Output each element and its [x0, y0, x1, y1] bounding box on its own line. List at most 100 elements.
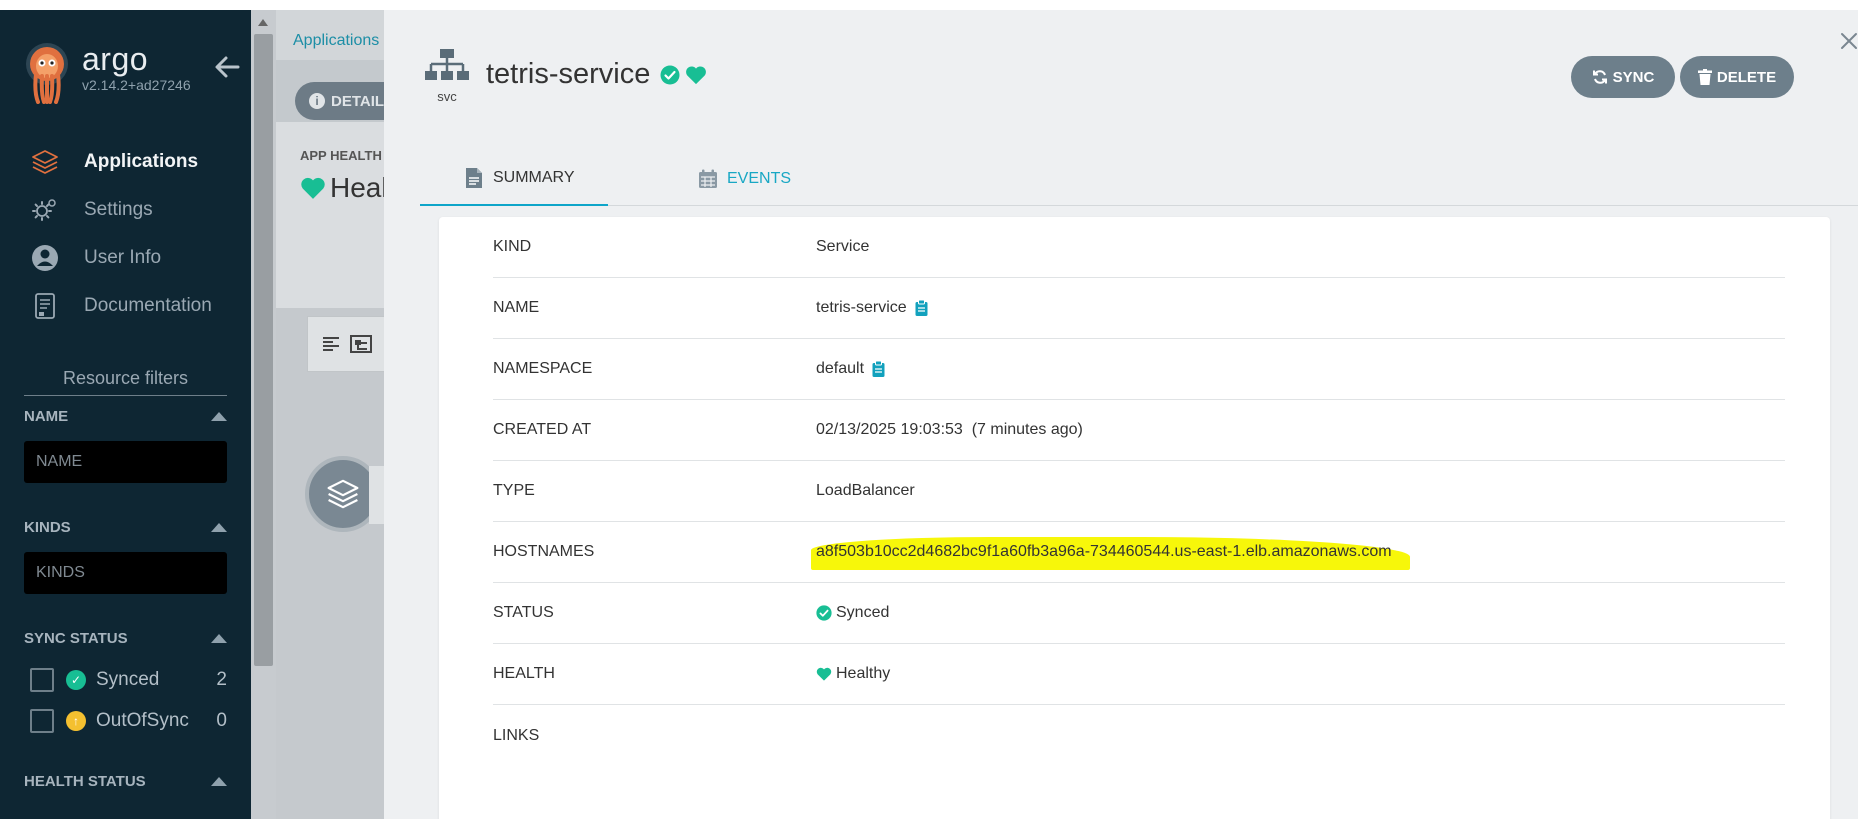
name-filter-label: NAME — [24, 408, 69, 425]
layers-icon — [327, 479, 359, 509]
synced-check-icon — [816, 605, 832, 621]
tab-label: EVENTS — [727, 170, 792, 187]
trash-icon — [1697, 69, 1712, 85]
sidebar-item-applications[interactable]: Applications — [0, 138, 251, 186]
file-icon — [466, 168, 482, 188]
view-mode-switcher — [307, 316, 387, 372]
hostname-highlight: a8f503b10cc2d4682bc9f1a60fb3a96a-7344605… — [811, 537, 1410, 570]
sync-filter-count: 0 — [216, 710, 227, 731]
argo-octopus-logo-icon — [26, 43, 68, 104]
resource-kind-label: svc — [437, 89, 457, 104]
refresh-icon — [1592, 70, 1607, 84]
sidebar-item-user-info[interactable]: User Info — [0, 234, 251, 282]
details-button[interactable]: i DETAILS — [295, 82, 395, 120]
breadcrumb[interactable]: Applications — [293, 32, 379, 50]
info-icon: i — [309, 93, 325, 109]
kinds-filter-input[interactable] — [24, 552, 227, 594]
resource-details-panel: svc tetris-service SYNC DELETE SUMMARY E… — [384, 10, 1858, 819]
name-filter-header[interactable]: NAME — [24, 408, 227, 425]
collapse-sidebar-arrow-icon[interactable] — [214, 54, 240, 80]
summary-row-status: STATUS Synced — [493, 583, 1785, 644]
sync-button[interactable]: SYNC — [1571, 56, 1675, 98]
caret-up-icon[interactable] — [211, 523, 227, 532]
field-value: LoadBalancer — [816, 482, 915, 499]
tab-summary[interactable]: SUMMARY — [420, 152, 608, 206]
brand-version: v2.14.2+ad27246 — [82, 77, 191, 93]
field-key: NAME — [493, 299, 540, 316]
synced-check-icon — [660, 65, 680, 84]
sidebar: argo v2.14.2+ad27246 Applications Settin… — [0, 10, 251, 819]
sidebar-nav: Applications Settings User Info Document… — [0, 138, 251, 330]
background-app-view: Applications i DETAILS APP HEALTH Health… — [251, 10, 425, 819]
sidebar-item-documentation[interactable]: Documentation — [0, 282, 251, 330]
health-status-header[interactable]: HEALTH STATUS — [24, 773, 227, 790]
health-status-label: HEALTH STATUS — [24, 773, 146, 790]
list-view-icon[interactable] — [322, 336, 340, 352]
close-icon[interactable] — [1839, 31, 1858, 51]
caret-up-icon[interactable] — [211, 777, 227, 786]
field-key: KIND — [493, 238, 532, 255]
brand[interactable]: argo v2.14.2+ad27246 — [22, 42, 191, 104]
kinds-filter-header[interactable]: KINDS — [24, 519, 227, 536]
resource-filters-title: Resource filters — [24, 368, 227, 396]
document-icon — [35, 293, 55, 319]
calendar-icon — [699, 169, 717, 188]
sidebar-item-label: Applications — [84, 151, 199, 172]
sync-filter-count: 2 — [216, 669, 227, 690]
field-key: CREATED AT — [493, 421, 592, 438]
name-filter-input[interactable] — [24, 441, 227, 483]
sync-status-header[interactable]: SYNC STATUS — [24, 630, 227, 647]
healthy-heart-icon — [816, 667, 832, 681]
scrollbar-thumb[interactable] — [254, 34, 273, 666]
kinds-filter-label: KINDS — [24, 519, 71, 536]
summary-row-namespace: NAMESPACE default — [493, 339, 1785, 400]
scrollbar[interactable] — [251, 10, 276, 819]
field-key: NAMESPACE — [493, 360, 593, 377]
sync-filter-outofsync[interactable]: ↑ OutOfSync 0 — [30, 709, 227, 733]
sync-button-label: SYNC — [1612, 68, 1655, 86]
caret-up-icon[interactable] — [211, 634, 227, 643]
field-value: default — [816, 360, 885, 378]
sync-filter-synced[interactable]: ✓ Synced 2 — [30, 668, 227, 692]
clipboard-copy-icon[interactable] — [872, 361, 885, 377]
field-key: HOSTNAMES — [493, 543, 595, 560]
user-icon — [32, 245, 58, 271]
caret-up-icon[interactable] — [211, 412, 227, 421]
clipboard-copy-icon[interactable] — [915, 300, 928, 316]
summary-card: KIND Service NAME tetris-service NAMESPA… — [439, 217, 1830, 819]
summary-row-links: LINKS — [493, 705, 1785, 766]
resource-name: tetris-service — [486, 58, 651, 90]
summary-row-kind: KIND Service — [493, 217, 1785, 278]
scroll-up-arrow-icon[interactable] — [258, 19, 268, 26]
field-key: TYPE — [493, 482, 535, 499]
sync-filter-label: OutOfSync — [96, 710, 189, 731]
field-value: Service — [816, 238, 870, 255]
sync-status-label: SYNC STATUS — [24, 630, 128, 647]
tab-label: SUMMARY — [493, 169, 575, 186]
field-key: LINKS — [493, 726, 540, 744]
checkbox[interactable] — [30, 668, 54, 692]
healthy-heart-icon — [686, 65, 707, 84]
arrow-up-circle-icon: ↑ — [66, 711, 86, 731]
app-health-label: APP HEALTH — [300, 148, 382, 163]
details-tabs: SUMMARY EVENTS — [420, 152, 1858, 206]
resource-title: tetris-service — [486, 58, 707, 91]
sidebar-item-settings[interactable]: Settings — [0, 186, 251, 234]
checkbox[interactable] — [30, 709, 54, 733]
field-value: tetris-service — [816, 299, 928, 317]
resource-tree-canvas — [276, 308, 384, 819]
hostname-value: a8f503b10cc2d4682bc9f1a60fb3a96a-7344605… — [816, 543, 1392, 560]
field-key: HEALTH — [493, 665, 555, 682]
delete-button-label: DELETE — [1716, 68, 1777, 86]
sync-filter-label: Synced — [96, 669, 160, 690]
summary-row-hostnames: HOSTNAMES a8f503b10cc2d4682bc9f1a60fb3a9… — [493, 522, 1785, 583]
tab-events[interactable]: EVENTS — [698, 152, 791, 206]
delete-button[interactable]: DELETE — [1680, 56, 1794, 98]
layers-icon — [32, 150, 58, 174]
top-strip — [0, 0, 1858, 10]
summary-row-type: TYPE LoadBalancer — [493, 461, 1785, 522]
service-icon — [425, 49, 469, 80]
tree-view-icon[interactable] — [350, 335, 372, 353]
field-value: 02/13/2025 19:03:53 (7 minutes ago) — [816, 421, 1083, 438]
summary-row-name: NAME tetris-service — [493, 278, 1785, 339]
